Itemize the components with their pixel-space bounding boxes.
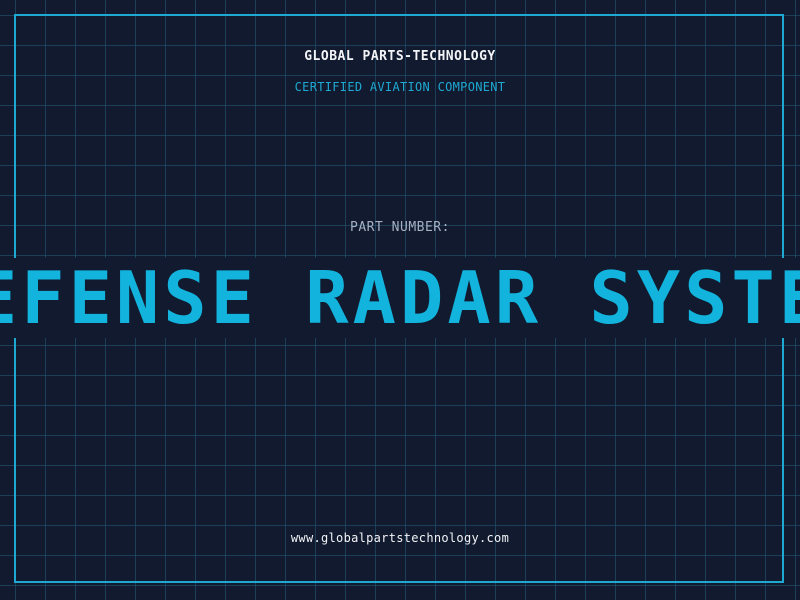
spec-card: GLOBAL PARTS-TECHNOLOGY CERTIFIED AVIATI… — [0, 0, 800, 600]
part-number-label: PART NUMBER: — [350, 220, 450, 235]
certification-tagline: CERTIFIED AVIATION COMPONENT — [294, 80, 506, 94]
part-number-band: DEFENSE RADAR SYSTEM — [0, 258, 800, 338]
company-name: GLOBAL PARTS-TECHNOLOGY — [304, 49, 496, 64]
part-number-value: DEFENSE RADAR SYSTEM — [0, 258, 800, 338]
website-url: www.globalpartstechnology.com — [290, 531, 510, 545]
